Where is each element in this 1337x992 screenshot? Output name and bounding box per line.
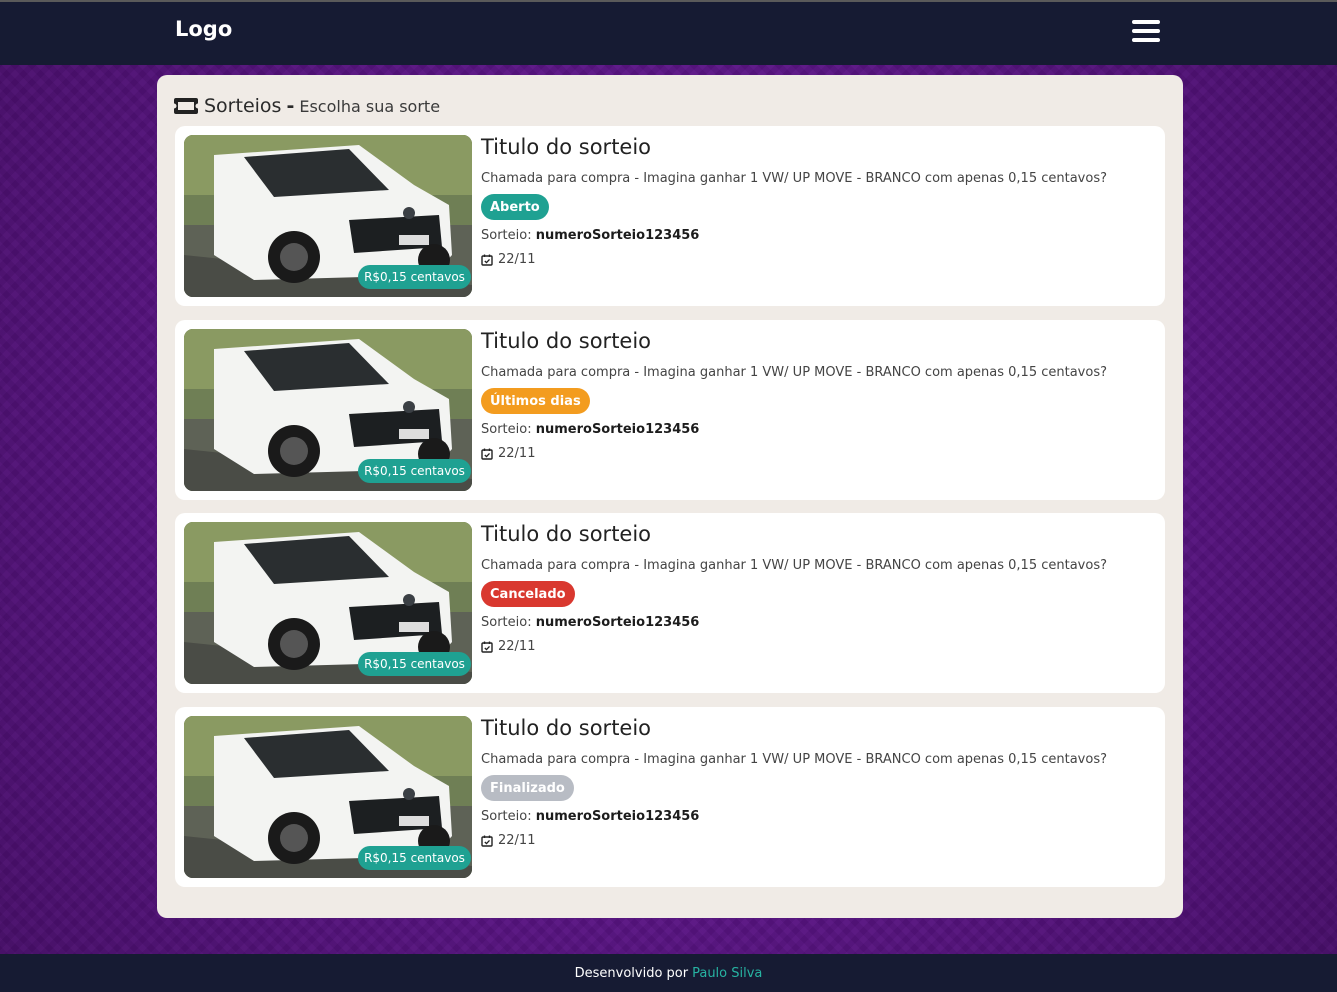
card-title[interactable]: Titulo do sorteio [481,522,651,546]
raffle-card[interactable]: R$0,15 centavos Titulo do sorteio Chamad… [175,126,1165,306]
car-image[interactable]: R$0,15 centavos [184,522,472,684]
raffle-date: 22/11 [481,639,535,654]
calendar-check-icon [481,254,493,266]
hamburger-icon[interactable] [1132,20,1160,44]
panel-header: Sorteios - Escolha sua sorte [174,93,440,119]
raffle-number-value: numeroSorteio123456 [535,809,700,824]
raffle-card[interactable]: R$0,15 centavos Titulo do sorteio Chamad… [175,513,1165,693]
raffle-number: Sorteio: numeroSorteio123456 [481,228,699,243]
raffle-number: Sorteio: numeroSorteio123456 [481,422,699,437]
page-title: Sorteios [204,95,282,117]
price-badge: R$0,15 centavos [358,459,471,483]
raffle-number-label: Sorteio: [481,228,532,243]
card-description: Chamada para compra - Imagina ganhar 1 V… [481,558,1107,573]
card-title[interactable]: Titulo do sorteio [481,329,651,353]
raffle-date-value: 22/11 [498,639,536,654]
footer-author-link[interactable]: Paulo Silva [692,966,762,981]
status-badge: Últimos dias [481,388,590,414]
raffle-number-value: numeroSorteio123456 [535,615,700,630]
card-description: Chamada para compra - Imagina ganhar 1 V… [481,171,1107,186]
car-image[interactable]: R$0,15 centavos [184,716,472,878]
price-badge: R$0,15 centavos [358,652,471,676]
footer-text: Desenvolvido por [574,965,689,981]
raffle-number-value: numeroSorteio123456 [535,228,700,243]
status-badge: Finalizado [481,775,574,801]
raffle-number-label: Sorteio: [481,422,532,437]
car-image[interactable]: R$0,15 centavos [184,329,472,491]
title-separator: - [286,95,295,117]
raffle-date: 22/11 [481,252,535,267]
raffle-date: 22/11 [481,446,535,461]
status-badge: Cancelado [481,581,575,607]
raffle-date: 22/11 [481,833,535,848]
footer: Desenvolvido por Paulo Silva [0,954,1337,992]
car-image[interactable]: R$0,15 centavos [184,135,472,297]
card-description: Chamada para compra - Imagina ganhar 1 V… [481,752,1107,767]
raffle-number: Sorteio: numeroSorteio123456 [481,615,699,630]
logo[interactable]: Logo [175,17,232,41]
price-badge: R$0,15 centavos [358,265,471,289]
raffle-number-value: numeroSorteio123456 [535,422,700,437]
card-title[interactable]: Titulo do sorteio [481,716,651,740]
navbar: Logo [0,2,1337,65]
price-badge: R$0,15 centavos [358,846,471,870]
raffle-date-value: 22/11 [498,833,536,848]
raffles-panel: Sorteios - Escolha sua sorte R$0,15 cent… [157,75,1183,918]
raffle-card[interactable]: R$0,15 centavos Titulo do sorteio Chamad… [175,707,1165,887]
raffle-number-label: Sorteio: [481,809,532,824]
raffle-number: Sorteio: numeroSorteio123456 [481,809,699,824]
raffle-date-value: 22/11 [498,446,536,461]
calendar-check-icon [481,641,493,653]
calendar-check-icon [481,448,493,460]
card-title[interactable]: Titulo do sorteio [481,135,651,159]
raffle-number-label: Sorteio: [481,615,532,630]
card-description: Chamada para compra - Imagina ganhar 1 V… [481,365,1107,380]
status-badge: Aberto [481,194,549,220]
page-subtitle: Escolha sua sorte [299,96,441,116]
raffle-date-value: 22/11 [498,252,536,267]
calendar-check-icon [481,835,493,847]
raffle-card[interactable]: R$0,15 centavos Titulo do sorteio Chamad… [175,320,1165,500]
ticket-icon [174,98,198,114]
